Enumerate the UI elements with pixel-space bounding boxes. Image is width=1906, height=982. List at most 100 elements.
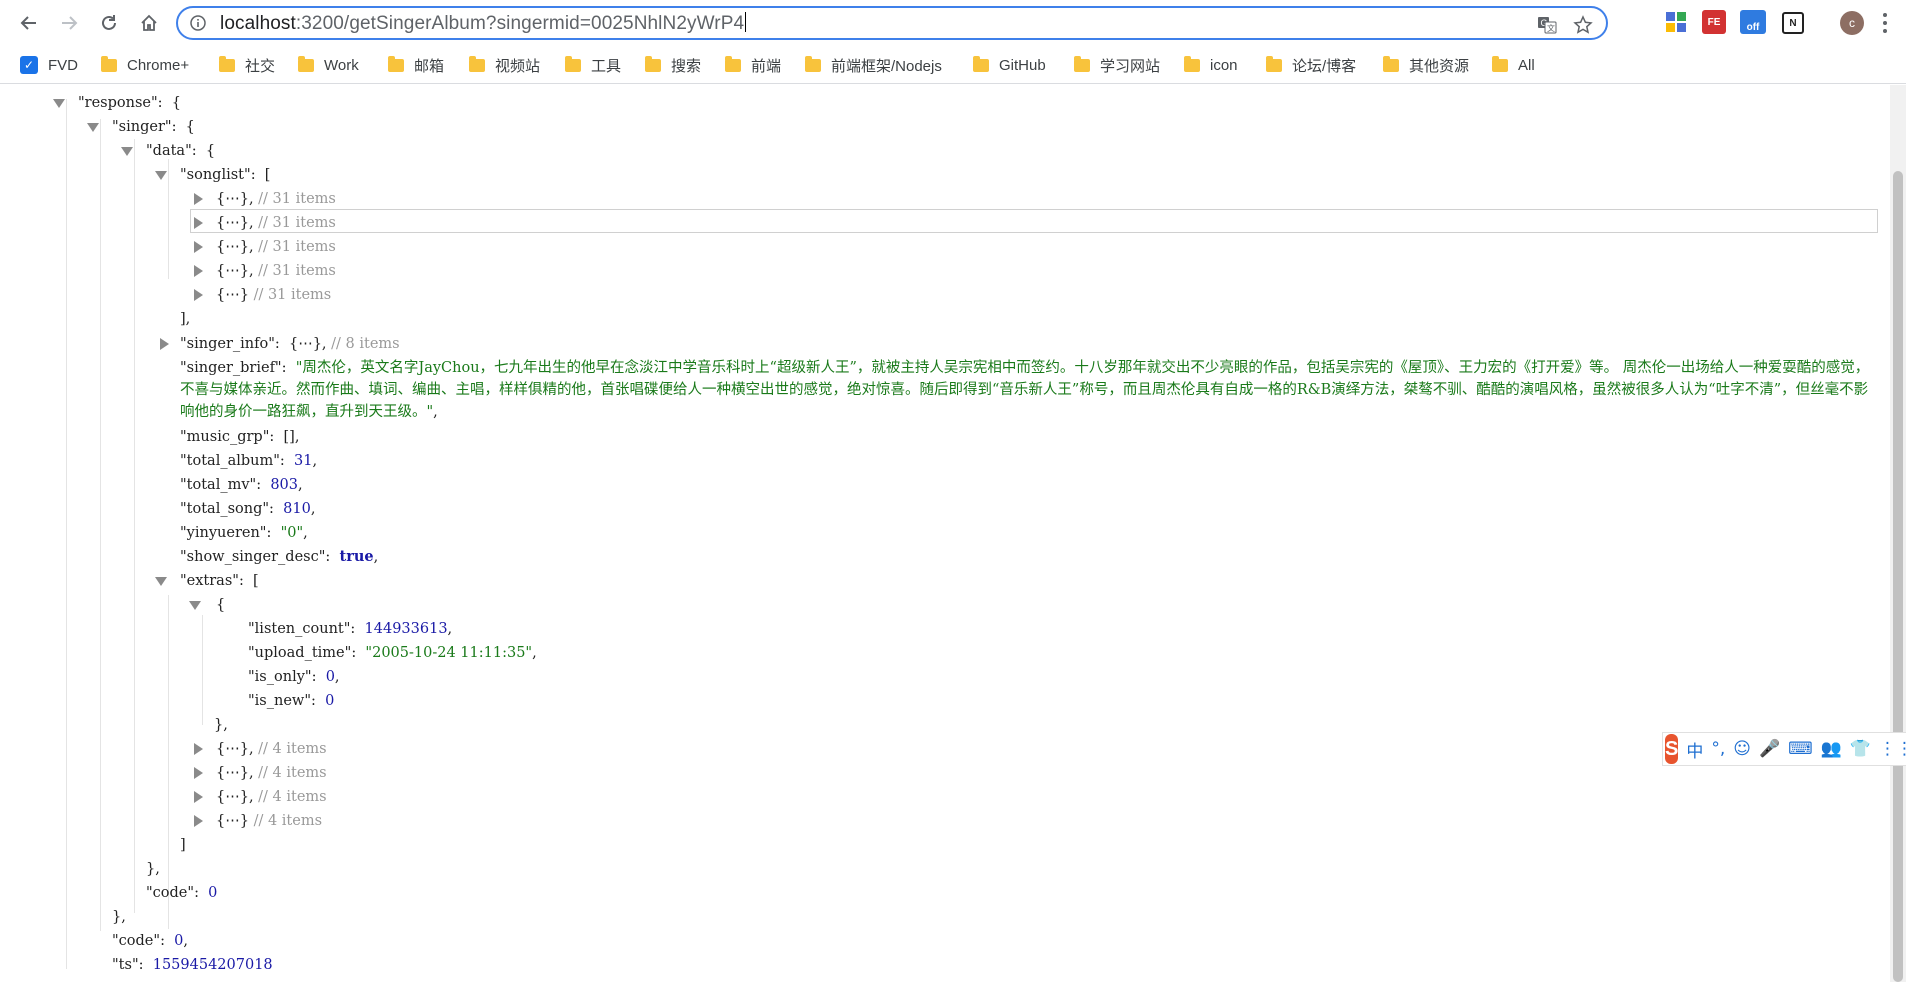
- expand-toggle-icon[interactable]: [194, 265, 203, 277]
- bookmark-folder[interactable]: 前端: [725, 54, 781, 76]
- bookmark-folder[interactable]: Work: [298, 54, 359, 76]
- ime-skin-icon[interactable]: 👕: [1850, 739, 1871, 759]
- bookmark-folder[interactable]: icon: [1184, 54, 1238, 76]
- collapse-toggle-icon[interactable]: [87, 123, 99, 132]
- collapse-toggle-icon[interactable]: [155, 171, 167, 180]
- expand-toggle-icon[interactable]: [194, 193, 203, 205]
- json-key: "music_grp": [180, 429, 270, 445]
- ime-keyboard-icon[interactable]: ⌨: [1788, 739, 1813, 759]
- yapi-extension-label: Ya: [1632, 16, 1644, 28]
- json-collapsed-item[interactable]: {⋯}, // 4 items: [216, 787, 327, 807]
- collapsed-object: {⋯}: [216, 813, 249, 829]
- json-collapsed-item[interactable]: {⋯}, // 4 items: [216, 739, 327, 759]
- item-count-comment: // 31 items: [258, 263, 336, 279]
- scrollbar-thumb[interactable]: [1893, 171, 1903, 982]
- folder-icon: [101, 55, 117, 72]
- bookmark-star-icon[interactable]: [1572, 14, 1594, 36]
- fe-extension-icon[interactable]: FE: [1702, 10, 1726, 34]
- address-bar[interactable]: localhost:3200/getSingerAlbum?singermid=…: [176, 6, 1608, 40]
- indent-guide: [134, 139, 135, 913]
- json-key: "is_only": [248, 669, 312, 685]
- collapse-toggle-icon[interactable]: [155, 577, 167, 586]
- bookmark-folder[interactable]: 社交: [219, 54, 275, 76]
- svg-text:文: 文: [1547, 23, 1555, 33]
- yapi-extension-icon[interactable]: Ya: [1626, 10, 1650, 34]
- collapsed-object: {⋯}: [216, 765, 249, 781]
- json-collapsed-item[interactable]: {⋯} // 4 items: [216, 811, 322, 831]
- json-array-value: []: [283, 429, 295, 445]
- json-key: "show_singer_desc": [180, 549, 326, 565]
- separator: ,: [248, 741, 254, 757]
- json-number-value: 31: [294, 453, 313, 469]
- ime-language-toggle[interactable]: 中: [1686, 737, 1703, 762]
- home-button[interactable]: [134, 8, 164, 38]
- json-row-response: "response": {: [78, 95, 182, 111]
- bookmark-fvd[interactable]: ✓ FVD: [20, 54, 78, 76]
- expand-toggle-icon[interactable]: [194, 217, 203, 229]
- vertical-scrollbar[interactable]: [1890, 85, 1906, 982]
- ime-punctuation-toggle[interactable]: °,: [1711, 739, 1725, 759]
- indent-guide: [168, 595, 169, 929]
- expand-toggle-icon[interactable]: [194, 815, 203, 827]
- expand-toggle-icon[interactable]: [194, 743, 203, 755]
- json-collapsed-item[interactable]: {⋯}, // 31 items: [216, 237, 336, 257]
- bookmark-folder[interactable]: 前端框架/Nodejs: [805, 54, 942, 76]
- ime-toolbar[interactable]: S 中 °, ☺ 🎤 ⌨ 👥 👕 ⋮⋮: [1662, 732, 1906, 766]
- separator: ,: [248, 263, 254, 279]
- forward-arrow-icon: [62, 16, 78, 30]
- expand-toggle-icon[interactable]: [194, 767, 203, 779]
- bookmark-folder[interactable]: 搜索: [645, 54, 701, 76]
- json-collapsed-item[interactable]: {⋯}, // 31 items: [216, 213, 336, 233]
- separator: ,: [248, 191, 254, 207]
- collapse-toggle-icon[interactable]: [53, 99, 65, 108]
- bookmark-folder[interactable]: 论坛/博客: [1266, 54, 1356, 76]
- browser-menu-icon[interactable]: [1882, 11, 1888, 35]
- json-number-value: 144933613: [364, 621, 448, 637]
- bookmarks-bar: ✓ FVD Chrome+ 社交 Work 邮箱 视频站 工具 搜索 前端 前端框…: [0, 46, 1906, 84]
- json-collapsed-item[interactable]: {⋯}, // 31 items: [216, 189, 336, 209]
- collapsed-object: {⋯}: [216, 191, 249, 207]
- bookmark-label: 前端框架/Nodejs: [831, 57, 942, 75]
- ime-menu-icon[interactable]: ⋮⋮: [1879, 739, 1906, 759]
- bookmark-folder[interactable]: GitHub: [973, 54, 1046, 76]
- bookmark-folder[interactable]: All: [1492, 54, 1535, 76]
- bookmark-folder[interactable]: 工具: [565, 54, 621, 76]
- bookmark-folder[interactable]: 其他资源: [1383, 54, 1469, 76]
- bookmark-folder[interactable]: 邮箱: [388, 54, 444, 76]
- folder-icon: [565, 55, 581, 72]
- collapse-toggle-icon[interactable]: [189, 601, 201, 610]
- notion-extension-icon[interactable]: N: [1782, 12, 1804, 34]
- reload-button[interactable]: [94, 8, 124, 38]
- bookmark-label: 社交: [245, 57, 276, 75]
- expand-toggle-icon[interactable]: [194, 241, 203, 253]
- back-button[interactable]: [14, 8, 44, 38]
- json-row-singer-info[interactable]: "singer_info": {⋯}, // 8 items: [180, 334, 400, 354]
- expand-toggle-icon[interactable]: [194, 289, 203, 301]
- item-count-comment: // 8 items: [331, 336, 400, 352]
- ime-voice-icon[interactable]: 🎤: [1759, 739, 1780, 759]
- json-number-value: 810: [283, 501, 311, 517]
- profile-avatar[interactable]: c: [1840, 11, 1864, 35]
- translate-icon[interactable]: G文: [1536, 14, 1558, 36]
- expand-toggle-icon[interactable]: [194, 791, 203, 803]
- folder-icon: [1266, 55, 1282, 72]
- grid-extension-icon[interactable]: [1664, 10, 1688, 34]
- sogou-logo-icon[interactable]: S: [1665, 734, 1679, 764]
- collapse-toggle-icon[interactable]: [121, 147, 133, 156]
- json-collapsed-item[interactable]: {⋯} // 31 items: [216, 285, 331, 305]
- url-text[interactable]: localhost:3200/getSingerAlbum?singermid=…: [220, 12, 747, 35]
- expand-toggle-icon[interactable]: [160, 338, 169, 350]
- off-extension-icon[interactable]: off: [1740, 10, 1766, 34]
- bookmark-folder[interactable]: 学习网站: [1074, 54, 1160, 76]
- ime-user-icon[interactable]: 👥: [1821, 739, 1842, 759]
- site-info-icon[interactable]: [190, 15, 206, 35]
- ime-emoji-icon[interactable]: ☺: [1733, 739, 1751, 759]
- json-collapsed-item[interactable]: {⋯}, // 4 items: [216, 763, 327, 783]
- bookmark-folder[interactable]: Chrome+: [101, 54, 189, 76]
- json-key: "response": [78, 95, 158, 111]
- json-collapsed-item[interactable]: {⋯}, // 31 items: [216, 261, 336, 281]
- forward-button[interactable]: [54, 8, 84, 38]
- bookmark-folder[interactable]: 视频站: [469, 54, 540, 76]
- bookmark-label: GitHub: [999, 56, 1046, 74]
- home-icon: [141, 14, 157, 31]
